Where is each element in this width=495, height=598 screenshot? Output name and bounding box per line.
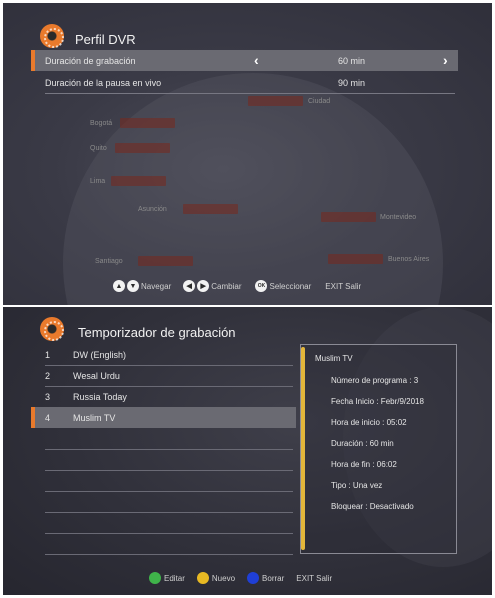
list-divider	[45, 93, 455, 94]
item-number: 3	[45, 392, 51, 402]
blue-key-icon	[247, 572, 260, 584]
empty-row-line	[45, 512, 293, 513]
setting-timeshift-duration[interactable]: Duración de la pausa en vivo 90 min	[33, 72, 458, 93]
details-lock: Bloquear : Desactivado	[331, 502, 414, 511]
item-channel: Russia Today	[73, 392, 127, 402]
exit-hint: EXIT Salir	[325, 281, 362, 291]
timer-list-item[interactable]: 1 DW (English)	[33, 344, 296, 365]
arrow-down-icon: ▼	[127, 280, 139, 292]
timer-list-item-selected[interactable]: 4 Muslim TV	[31, 407, 296, 428]
dvr-logo-icon	[40, 24, 64, 48]
setting-label: Duración de la pausa en vivo	[45, 78, 162, 88]
details-start-time: Hora de inicio : 05:02	[331, 418, 407, 427]
empty-row-line	[45, 491, 293, 492]
item-number: 4	[45, 413, 51, 423]
arrow-up-icon: ▲	[113, 280, 125, 292]
details-channel: Muslim TV	[315, 354, 353, 363]
map-tag	[138, 256, 193, 266]
map-tag	[120, 118, 175, 128]
timer-logo-icon	[40, 317, 64, 341]
timer-details-panel: Muslim TV Número de programa : 3 Fecha I…	[300, 344, 457, 554]
delete-button[interactable]: Borrar	[262, 574, 284, 583]
background-globe	[63, 73, 443, 305]
arrow-left-icon: ◀	[183, 280, 196, 292]
item-number: 1	[45, 350, 51, 360]
arrow-right-icon: ▶	[197, 280, 210, 292]
setting-value: 90 min	[338, 78, 366, 88]
ok-key-icon: OK	[255, 280, 268, 292]
empty-row-line	[45, 470, 293, 471]
empty-row-line	[45, 449, 293, 450]
map-tag	[183, 204, 238, 214]
edit-button[interactable]: Editar	[164, 574, 185, 583]
map-tag	[321, 212, 376, 222]
select-hint: Seleccionar	[269, 281, 312, 291]
timer-footer: Editar Nuevo Borrar EXIT Salir	[149, 572, 332, 584]
timer-list-item[interactable]: 2 Wesal Urdu	[33, 365, 296, 386]
map-tag	[328, 254, 383, 264]
timer-list-item[interactable]: 3 Russia Today	[33, 386, 296, 407]
page-title: Perfil DVR	[75, 32, 136, 47]
recording-timer-screen: Temporizador de grabación 1 DW (English)…	[3, 307, 492, 595]
page-title: Temporizador de grabación	[78, 325, 236, 340]
chevron-left-icon[interactable]: ‹	[254, 52, 259, 68]
map-label: Lima	[90, 178, 106, 185]
navigate-hint: Navegar	[141, 281, 172, 291]
map-label: Buenos Aires	[388, 256, 430, 263]
dvr-footer: ▲ ▼ Navegar ◀ ▶ Cambiar OK Seleccionar E…	[113, 280, 361, 292]
setting-recording-duration[interactable]: Duración de grabación ‹ 60 min ›	[31, 50, 458, 71]
map-label: Ciudad	[308, 98, 331, 105]
map-label: Quito	[90, 145, 107, 152]
empty-row-line	[45, 533, 293, 534]
item-channel: Muslim TV	[73, 413, 116, 423]
chevron-right-icon[interactable]: ›	[443, 52, 448, 68]
empty-row-line	[45, 554, 293, 555]
map-label: Bogotá	[90, 120, 113, 127]
map-label: Montevideo	[380, 214, 417, 221]
item-number: 2	[45, 371, 51, 381]
yellow-key-icon	[196, 572, 209, 584]
new-button[interactable]: Nuevo	[212, 574, 235, 583]
item-channel: Wesal Urdu	[73, 371, 120, 381]
details-type: Tipo : Una vez	[331, 481, 383, 490]
green-key-icon	[149, 572, 161, 584]
setting-value: 60 min	[338, 56, 366, 66]
exit-hint: EXIT Salir	[296, 573, 333, 583]
map-label: Asunción	[138, 206, 167, 213]
dvr-profile-screen: Ciudad Bogotá Quito Lima Asunción Montev…	[3, 3, 492, 305]
setting-label: Duración de grabación	[45, 56, 136, 66]
map-tag	[248, 96, 303, 106]
map-tag	[111, 176, 166, 186]
details-end-time: Hora de fin : 06:02	[331, 460, 397, 469]
map-label: Santiago	[95, 258, 123, 265]
map-tag	[115, 143, 170, 153]
item-channel: DW (English)	[73, 350, 127, 360]
change-hint: Cambiar	[211, 281, 242, 291]
details-program-number: Número de programa : 3	[331, 376, 419, 385]
details-duration: Duración : 60 min	[331, 439, 394, 448]
details-start-date: Fecha Inicio : Febr/9/2018	[331, 397, 424, 406]
details-accent-bar	[301, 347, 305, 550]
